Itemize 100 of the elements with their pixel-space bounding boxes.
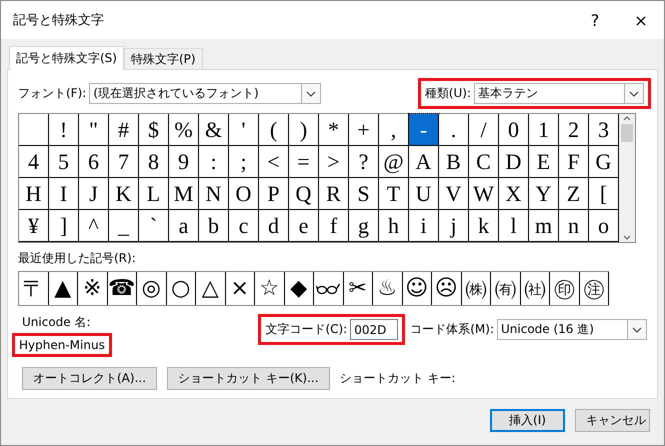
symbol-cell[interactable]: e [289, 210, 319, 242]
symbol-cell[interactable]: [ [589, 178, 619, 210]
symbol-cell[interactable]: : [199, 146, 229, 178]
symbol-cell[interactable]: K [109, 178, 139, 210]
dialog-button[interactable]: ショートカット キー(K)... [167, 367, 330, 390]
symbol-cell[interactable]: ' [229, 114, 259, 146]
dialog-button[interactable]: オートコレクト(A)... [22, 367, 158, 390]
recent-symbol-cell[interactable]: ✂ [344, 272, 373, 305]
recent-symbol-cell[interactable]: × [226, 272, 255, 305]
tab[interactable]: 特殊文字(P) [124, 48, 203, 69]
symbol-cell[interactable]: & [199, 114, 229, 146]
scroll-thumb[interactable] [621, 124, 633, 142]
symbol-cell[interactable]: % [169, 114, 199, 146]
symbol-cell[interactable]: # [109, 114, 139, 146]
symbol-cell[interactable]: - [409, 114, 439, 146]
symbol-cell[interactable]: F [559, 146, 589, 178]
recent-symbol-cell[interactable]: ㊞ [550, 272, 580, 305]
dropdown-caret-icon[interactable] [627, 320, 646, 339]
recent-symbol-cell[interactable]: 〒 [19, 272, 48, 305]
symbol-cell[interactable]: 9 [169, 146, 199, 178]
symbol-cell[interactable]: * [319, 114, 349, 146]
symbol-cell[interactable]: X [499, 178, 529, 210]
symbol-cell[interactable]: a [169, 210, 199, 242]
symbol-cell[interactable]: @ [379, 146, 409, 178]
symbol-cell[interactable]: " [79, 114, 109, 146]
symbol-cell[interactable]: 2 [559, 114, 589, 146]
recent-symbol-cell[interactable]: ☺ [402, 272, 432, 305]
symbol-cell[interactable]: . [439, 114, 469, 146]
recent-symbol-cell[interactable]: ○ [166, 272, 196, 305]
symbol-cell[interactable]: 7 [109, 146, 139, 178]
symbol-cell[interactable]: N [199, 178, 229, 210]
recent-symbol-cell[interactable]: ㈲ [491, 272, 520, 305]
symbol-cell[interactable]: B [439, 146, 469, 178]
close-button[interactable]: × [618, 1, 664, 39]
symbol-cell[interactable]: Y [529, 178, 559, 210]
symbol-cell[interactable]: + [349, 114, 379, 146]
recent-symbol-cell[interactable]: ◎ [137, 272, 166, 305]
recent-symbol-cell[interactable]: ☎ [108, 272, 137, 305]
recent-symbol-cell[interactable] [314, 272, 344, 305]
symbol-cell[interactable]: ¥ [19, 210, 49, 242]
symbol-cell[interactable]: E [529, 146, 559, 178]
cancel-button[interactable]: キャンセル [575, 409, 650, 432]
symbol-cell[interactable]: ! [49, 114, 79, 146]
symbol-cell[interactable]: < [259, 146, 289, 178]
symbol-cell[interactable]: ^ [79, 210, 109, 242]
symbol-cell[interactable]: 0 [499, 114, 529, 146]
symbol-cell[interactable]: 6 [79, 146, 109, 178]
symbol-cell[interactable]: M [169, 178, 199, 210]
recent-symbol-cell[interactable]: ㊟ [580, 272, 609, 305]
symbol-cell[interactable]: D [499, 146, 529, 178]
symbol-cell[interactable]: V [439, 178, 469, 210]
symbol-cell[interactable]: b [199, 210, 229, 242]
font-dropdown[interactable]: (現在選択されているフォント) [89, 83, 322, 104]
symbol-cell[interactable]: o [589, 210, 619, 242]
symbol-cell[interactable]: U [409, 178, 439, 210]
symbol-cell[interactable]: _ [109, 210, 139, 242]
recent-symbol-cell[interactable]: ▲ [48, 272, 78, 305]
symbol-cell[interactable]: O [229, 178, 259, 210]
recent-symbol-cell[interactable]: ☹ [432, 272, 462, 305]
recent-symbol-cell[interactable]: ♨ [373, 272, 402, 305]
symbol-cell[interactable]: 3 [589, 114, 619, 146]
recent-symbol-cell[interactable]: ◆ [284, 272, 314, 305]
symbol-cell[interactable]: 8 [139, 146, 169, 178]
symbol-cell[interactable]: Q [289, 178, 319, 210]
symbol-cell[interactable]: ( [259, 114, 289, 146]
symbol-cell[interactable]: $ [139, 114, 169, 146]
tab[interactable]: 記号と特殊文字(S) [9, 46, 124, 70]
symbol-cell[interactable]: 5 [49, 146, 79, 178]
symbol-cell[interactable]: j [439, 210, 469, 242]
dropdown-caret-icon[interactable] [624, 84, 643, 103]
symbol-cell[interactable]: ` [139, 210, 169, 242]
recent-symbol-cell[interactable]: ㈱ [462, 272, 491, 305]
symbol-cell[interactable]: c [229, 210, 259, 242]
symbol-cell[interactable]: T [379, 178, 409, 210]
symbol-cell[interactable]: l [499, 210, 529, 242]
recent-symbol-cell[interactable]: △ [196, 272, 226, 305]
recent-symbol-cell[interactable]: ※ [78, 272, 108, 305]
symbol-cell[interactable]: k [469, 210, 499, 242]
symbol-cell[interactable]: d [259, 210, 289, 242]
symbol-cell[interactable]: > [319, 146, 349, 178]
symbol-cell[interactable]: G [589, 146, 619, 178]
symbol-cell[interactable]: 1 [529, 114, 559, 146]
symbol-cell[interactable]: i [409, 210, 439, 242]
char-code-field[interactable]: 002D [350, 319, 398, 340]
symbol-cell[interactable]: Z [559, 178, 589, 210]
recent-symbol-cell[interactable]: ㈳ [520, 272, 550, 305]
scrollbar[interactable] [619, 114, 635, 242]
help-button[interactable]: ? [572, 1, 618, 39]
symbol-cell[interactable]: S [349, 178, 379, 210]
symbol-cell[interactable]: h [379, 210, 409, 242]
symbol-cell[interactable]: g [349, 210, 379, 242]
symbol-cell[interactable]: m [529, 210, 559, 242]
symbol-cell[interactable]: ] [49, 210, 79, 242]
symbol-cell[interactable]: f [319, 210, 349, 242]
symbol-cell[interactable]: C [469, 146, 499, 178]
symbol-cell[interactable]: ) [289, 114, 319, 146]
symbol-cell[interactable]: ; [229, 146, 259, 178]
symbol-cell[interactable] [19, 114, 49, 146]
symbol-cell[interactable]: A [409, 146, 439, 178]
symbol-cell[interactable]: 4 [19, 146, 49, 178]
